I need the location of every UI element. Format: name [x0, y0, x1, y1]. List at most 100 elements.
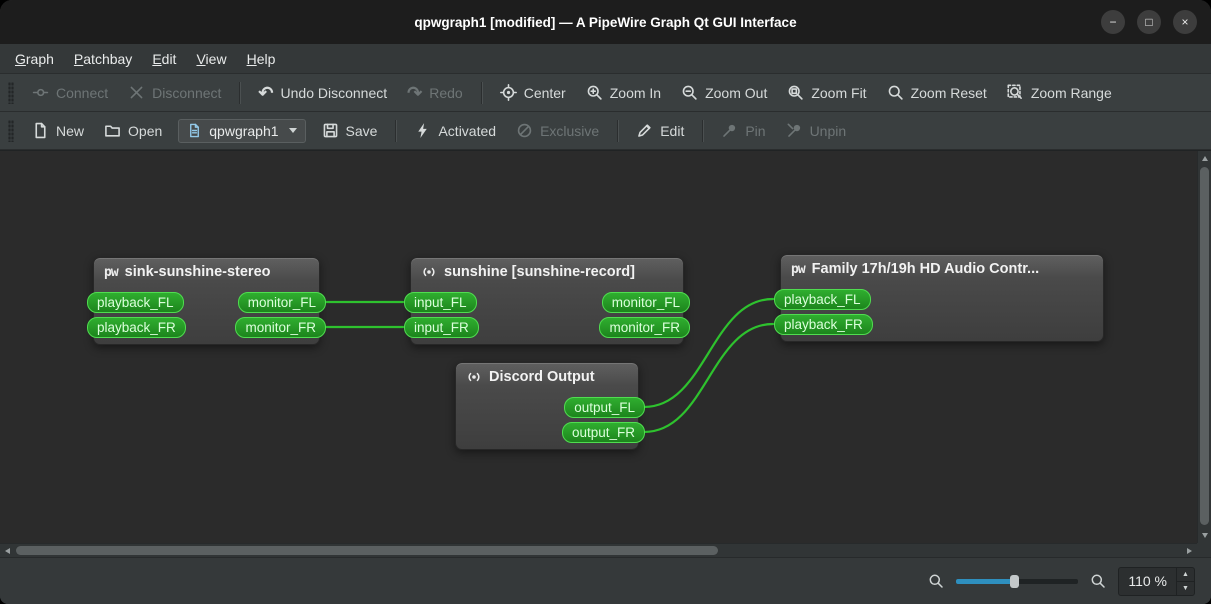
- open-button[interactable]: Open: [95, 117, 171, 144]
- port-monitor-fl[interactable]: monitor_FL: [601, 292, 690, 313]
- patchbay-selector-value: qpwgraph1: [209, 122, 279, 139]
- exclusive-icon: [517, 123, 532, 138]
- zoom-range-icon: [1007, 84, 1022, 99]
- activated-bolt-icon: [418, 123, 428, 138]
- node-sunshine-record[interactable]: sunshine [sunshine-record] input_FL moni…: [404, 257, 690, 345]
- menubar: Graph Patchbay Edit View Help: [0, 44, 1211, 74]
- connect-icon: [32, 88, 49, 97]
- statusbar: 110 % ▲ ▼: [0, 557, 1211, 604]
- zoom-slider-handle[interactable]: [1010, 575, 1020, 588]
- port-input-fl[interactable]: input_FL: [404, 292, 477, 313]
- node-sink-sunshine-stereo[interactable]: pw sink-sunshine-stereo playback_FL moni…: [87, 257, 326, 345]
- scroll-left-icon[interactable]: [5, 548, 10, 554]
- menu-graph[interactable]: Graph: [6, 48, 63, 70]
- node-discord-output[interactable]: Discord Output output_FL output_FR: [455, 362, 645, 450]
- graph-canvas[interactable]: pw sink-sunshine-stereo playback_FL moni…: [0, 150, 1211, 557]
- window-controls: − □ ×: [1101, 0, 1197, 44]
- graph-toolbar: Connect Disconnect ↶ Undo Disconnect ↷ R…: [0, 74, 1211, 112]
- node-family-hd-audio[interactable]: pw Family 17h/19h HD Audio Contr... play…: [774, 254, 1104, 342]
- toolbar-separator: [702, 119, 704, 142]
- pipewire-icon: pw: [791, 261, 806, 277]
- spin-up-button[interactable]: ▲: [1177, 568, 1194, 582]
- save-button[interactable]: Save: [313, 117, 387, 144]
- stream-icon: [466, 369, 482, 385]
- zoom-reset-icon: [888, 85, 903, 100]
- vertical-scrollbar-thumb[interactable]: [1200, 167, 1209, 525]
- zoom-fit-button[interactable]: Zoom Fit: [778, 79, 875, 106]
- zoom-spinbox-value[interactable]: 110 %: [1119, 568, 1176, 595]
- horizontal-scrollbar[interactable]: [0, 543, 1197, 557]
- node-header: sunshine [sunshine-record]: [411, 258, 683, 280]
- undo-icon: ↶: [258, 82, 274, 103]
- zoom-out-button[interactable]: Zoom Out: [672, 79, 776, 106]
- pin-button[interactable]: Pin: [712, 117, 774, 144]
- disconnect-button[interactable]: Disconnect: [119, 79, 230, 106]
- center-button[interactable]: Center: [491, 79, 575, 106]
- scroll-right-icon[interactable]: [1187, 548, 1192, 554]
- edit-pencil-icon: [638, 124, 651, 137]
- port-output-fl[interactable]: output_FL: [564, 397, 645, 418]
- undo-disconnect-button[interactable]: ↶ Undo Disconnect: [249, 80, 396, 106]
- unpin-icon: [787, 123, 800, 137]
- maximize-icon: □: [1145, 15, 1153, 29]
- port-playback-fl[interactable]: playback_FL: [87, 292, 184, 313]
- new-button[interactable]: New: [23, 117, 93, 144]
- port-playback-fl[interactable]: playback_FL: [774, 289, 871, 310]
- port-output-fr[interactable]: output_FR: [561, 422, 645, 443]
- menu-help[interactable]: Help: [238, 48, 285, 70]
- port-monitor-fr[interactable]: monitor_FR: [235, 317, 326, 338]
- zoom-spinbox[interactable]: 110 % ▲ ▼: [1118, 566, 1195, 596]
- close-button[interactable]: ×: [1173, 10, 1197, 34]
- app-window: qpwgraph1 [modified] — A PipeWire Graph …: [0, 0, 1211, 604]
- minimize-button[interactable]: −: [1101, 10, 1125, 34]
- port-playback-fr[interactable]: playback_FR: [774, 314, 873, 335]
- zoom-spin-buttons: ▲ ▼: [1176, 567, 1194, 595]
- window-title: qpwgraph1 [modified] — A PipeWire Graph …: [414, 14, 797, 30]
- maximize-button[interactable]: □: [1137, 10, 1161, 34]
- titlebar[interactable]: qpwgraph1 [modified] — A PipeWire Graph …: [0, 0, 1211, 44]
- patchbay-toolbar: New Open qpwgraph1 Save Activated Exclus…: [0, 112, 1211, 150]
- toolbar-grip[interactable]: [8, 119, 14, 142]
- zoom-in-icon: [587, 85, 602, 100]
- node-header: Discord Output: [456, 363, 638, 385]
- menu-edit[interactable]: Edit: [143, 48, 185, 70]
- zoom-range-button[interactable]: Zoom Range: [998, 79, 1121, 106]
- menu-view[interactable]: View: [187, 48, 235, 70]
- zoom-in-button[interactable]: Zoom In: [577, 79, 670, 106]
- toolbar-separator: [480, 81, 482, 104]
- toolbar-separator: [617, 119, 619, 142]
- connect-button[interactable]: Connect: [23, 79, 117, 106]
- horizontal-scrollbar-thumb[interactable]: [16, 546, 718, 555]
- zoom-fit-icon: [788, 85, 804, 100]
- scroll-down-icon[interactable]: [1202, 533, 1208, 538]
- pin-icon: [723, 124, 736, 137]
- zoom-level-icon: [1091, 574, 1106, 588]
- port-input-fr[interactable]: input_FR: [404, 317, 479, 338]
- menu-patchbay[interactable]: Patchbay: [65, 48, 141, 70]
- chevron-down-icon: [288, 128, 297, 133]
- exclusive-button[interactable]: Exclusive: [507, 117, 608, 144]
- zoom-slider[interactable]: [956, 573, 1079, 589]
- node-title: Discord Output: [489, 369, 595, 385]
- spin-down-button[interactable]: ▼: [1177, 582, 1194, 595]
- edit-button[interactable]: Edit: [627, 117, 693, 144]
- activated-button[interactable]: Activated: [405, 117, 505, 144]
- port-monitor-fr[interactable]: monitor_FR: [599, 317, 690, 338]
- pipewire-icon: pw: [104, 264, 119, 280]
- toolbar-separator: [239, 81, 241, 104]
- scroll-up-icon[interactable]: [1202, 156, 1208, 161]
- patchbay-selector[interactable]: qpwgraph1: [178, 118, 306, 143]
- disconnect-icon: [130, 86, 143, 99]
- port-monitor-fl[interactable]: monitor_FL: [237, 292, 326, 313]
- graph-scene[interactable]: pw sink-sunshine-stereo playback_FL moni…: [0, 151, 1197, 543]
- node-header: pw sink-sunshine-stereo: [94, 258, 319, 280]
- redo-button[interactable]: ↷ Redo: [398, 80, 472, 106]
- unpin-button[interactable]: Unpin: [777, 117, 856, 144]
- center-icon: [499, 84, 517, 101]
- vertical-scrollbar[interactable]: [1197, 151, 1211, 543]
- minimize-icon: −: [1109, 15, 1117, 29]
- zoom-reset-button[interactable]: Zoom Reset: [878, 79, 996, 106]
- toolbar-grip[interactable]: [8, 81, 14, 104]
- node-header: pw Family 17h/19h HD Audio Contr...: [781, 255, 1103, 277]
- port-playback-fr[interactable]: playback_FR: [87, 317, 186, 338]
